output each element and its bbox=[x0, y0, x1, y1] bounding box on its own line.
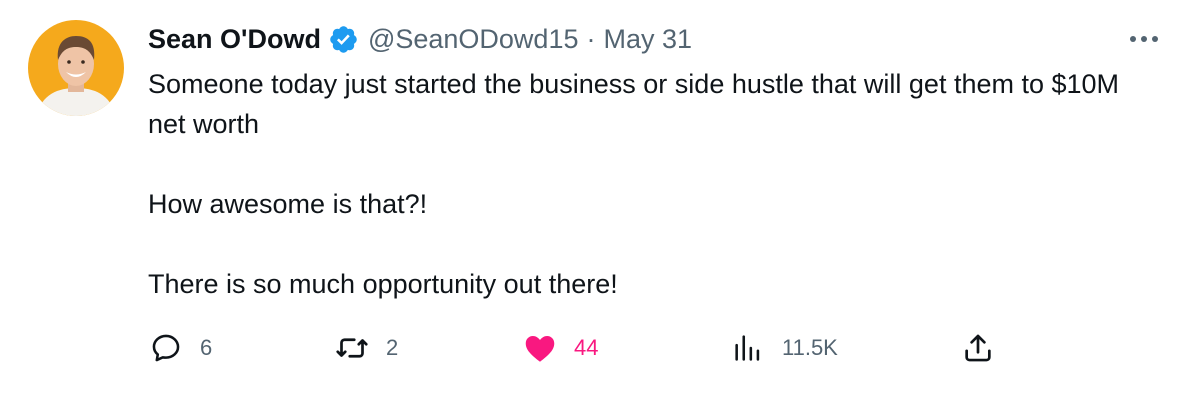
author-handle[interactable]: @SeanODowd15 bbox=[368, 24, 579, 55]
action-bar: 6 2 44 11.5K bbox=[148, 330, 1048, 366]
reply-button[interactable]: 6 bbox=[148, 330, 212, 366]
share-button[interactable] bbox=[960, 330, 996, 366]
tweet-header: Sean O'Dowd @SeanODowd15 · May 31 bbox=[148, 22, 692, 56]
verified-badge-icon bbox=[328, 24, 359, 55]
tweet-paragraph: Someone today just started the business … bbox=[148, 69, 1120, 139]
retweet-icon bbox=[334, 330, 370, 366]
tweet-paragraph: How awesome is that?! bbox=[148, 189, 428, 219]
like-count: 44 bbox=[574, 335, 599, 360]
reply-count: 6 bbox=[200, 335, 213, 360]
views-count: 11.5K bbox=[782, 335, 838, 360]
views-icon bbox=[730, 330, 766, 366]
like-button[interactable]: 44 bbox=[522, 330, 598, 366]
header-separator: · bbox=[586, 23, 596, 54]
avatar-image bbox=[28, 20, 124, 116]
tweet-date[interactable]: May 31 bbox=[603, 24, 692, 55]
share-icon bbox=[960, 330, 996, 366]
views-button[interactable]: 11.5K bbox=[730, 330, 838, 366]
reply-icon bbox=[148, 330, 184, 366]
tweet-text: Someone today just started the business … bbox=[148, 64, 1158, 304]
tweet[interactable]: Sean O'Dowd @SeanODowd15 · May 31 Someon… bbox=[0, 0, 1192, 412]
avatar[interactable] bbox=[28, 20, 124, 116]
author-name[interactable]: Sean O'Dowd bbox=[148, 24, 321, 55]
heart-icon bbox=[522, 330, 558, 366]
tweet-paragraph: There is so much opportunity out there! bbox=[148, 269, 618, 299]
retweet-count: 2 bbox=[386, 335, 399, 360]
retweet-button[interactable]: 2 bbox=[334, 330, 398, 366]
more-icon bbox=[1130, 36, 1158, 42]
more-button[interactable] bbox=[1126, 25, 1162, 53]
